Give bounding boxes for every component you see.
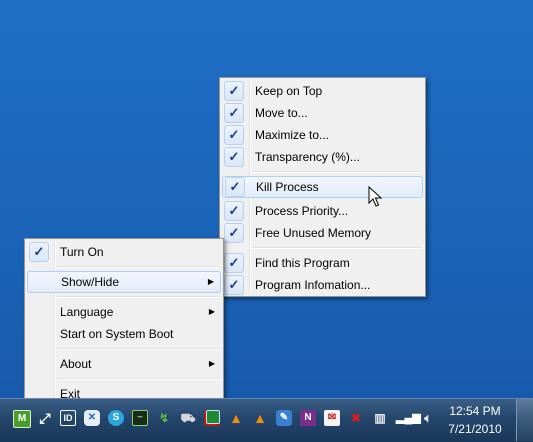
app-m-icon[interactable]: M: [13, 410, 31, 428]
menu-item-show-hide[interactable]: Show/Hide ▶: [27, 271, 221, 293]
checkmark-icon: ✓: [224, 125, 244, 145]
menu-item-label: Maximize to...: [255, 128, 330, 142]
id-icon[interactable]: ID: [60, 410, 76, 426]
network-signal-icon[interactable]: ▂▄▆: [396, 410, 421, 426]
menu-item-start-on-boot[interactable]: Start on System Boot: [27, 323, 221, 345]
vlc-icon[interactable]: ▲: [252, 410, 268, 426]
menu-item-process-priority[interactable]: ✓ Process Priority...: [222, 200, 423, 222]
menu-separator: [252, 247, 421, 249]
menu-separator: [57, 296, 219, 298]
onenote-icon[interactable]: N: [300, 410, 316, 426]
menu-item-move-to[interactable]: ✓ Move to...: [222, 102, 423, 124]
submenu-arrow-icon: ▶: [207, 277, 214, 286]
network-cable-icon[interactable]: ↯: [156, 410, 172, 426]
menu-item-label: Start on System Boot: [60, 327, 174, 341]
menu-item-turn-on[interactable]: ✓ Turn On: [27, 241, 221, 263]
menu-item-label: Turn On: [60, 245, 104, 259]
checkmark-icon: ✓: [225, 177, 245, 197]
menu-item-free-memory[interactable]: ✓ Free Unused Memory: [222, 222, 423, 244]
menu-item-label: Process Priority...: [255, 204, 349, 218]
menu-item-keep-on-top[interactable]: ✓ Keep on Top: [222, 80, 423, 102]
menu-separator: [252, 171, 421, 173]
car-icon[interactable]: ⛟: [180, 410, 196, 426]
menu-item-maximize-to[interactable]: ✓ Maximize to...: [222, 124, 423, 146]
checkmark-icon: ✓: [224, 253, 244, 273]
tray-context-menu: ✓ Turn On Show/Hide ▶ Language ▶ Start o…: [24, 238, 224, 408]
menu-item-label: Program Infomation...: [255, 278, 371, 292]
paint-icon[interactable]: ✎: [276, 410, 292, 426]
window-actions-menu: ✓ Keep on Top ✓ Move to... ✓ Maximize to…: [219, 77, 426, 297]
menu-item-transparency[interactable]: ✓ Transparency (%)...: [222, 146, 423, 168]
menu-item-about[interactable]: About ▶: [27, 353, 221, 375]
gift-icon[interactable]: ✖: [348, 410, 364, 426]
checkmark-icon: ✓: [224, 223, 244, 243]
menu-item-label: Keep on Top: [255, 84, 323, 98]
menu-item-language[interactable]: Language ▶: [27, 301, 221, 323]
skype-icon[interactable]: S: [108, 410, 124, 426]
device-icon[interactable]: ▥: [372, 410, 388, 426]
menu-separator: [57, 266, 219, 268]
gmail-icon[interactable]: ✉: [324, 410, 340, 426]
menu-item-label: Transparency (%)...: [255, 150, 360, 164]
graph-icon[interactable]: ~: [132, 410, 148, 426]
checkmark-icon: ✓: [224, 275, 244, 295]
menu-item-program-information[interactable]: ✓ Program Infomation...: [222, 274, 423, 296]
checkmark-icon: ✓: [224, 201, 244, 221]
menu-item-label: Kill Process: [256, 180, 319, 194]
checkmark-icon: ✓: [224, 81, 244, 101]
volume-icon[interactable]: 🔈︎: [420, 410, 436, 426]
checkmark-icon: ✓: [29, 242, 49, 262]
menu-separator: [57, 348, 219, 350]
expand-arrows-icon[interactable]: ⤢: [37, 410, 53, 426]
checkmark-icon: ✓: [224, 147, 244, 167]
menu-item-label: Show/Hide: [61, 275, 120, 289]
taskbar-clock[interactable]: 12:54 PM 7/21/2010: [440, 402, 510, 438]
menu-item-find-program[interactable]: ✓ Find this Program: [222, 252, 423, 274]
checkmark-icon: ✓: [224, 103, 244, 123]
mouse-cursor-icon: [368, 186, 383, 207]
vlc-icon[interactable]: ▲: [228, 410, 244, 426]
submenu-arrow-icon: ▶: [208, 359, 215, 368]
menu-separator: [57, 378, 219, 380]
menu-item-label: Find this Program: [255, 256, 350, 270]
menu-item-label: Move to...: [255, 106, 308, 120]
menu-item-label: Language: [60, 305, 114, 319]
menu-item-kill-process[interactable]: ✓ Kill Process: [222, 176, 423, 198]
clock-time: 12:54 PM: [449, 404, 501, 418]
menu-item-label: About: [60, 357, 92, 371]
menu-item-label: Free Unused Memory: [255, 226, 372, 240]
green-monitor-tray-icon[interactable]: [206, 410, 220, 424]
shield-x-icon[interactable]: ✕: [84, 410, 100, 426]
clock-date: 7/21/2010: [448, 422, 502, 436]
submenu-arrow-icon: ▶: [208, 307, 215, 316]
show-desktop-button[interactable]: [516, 399, 533, 441]
